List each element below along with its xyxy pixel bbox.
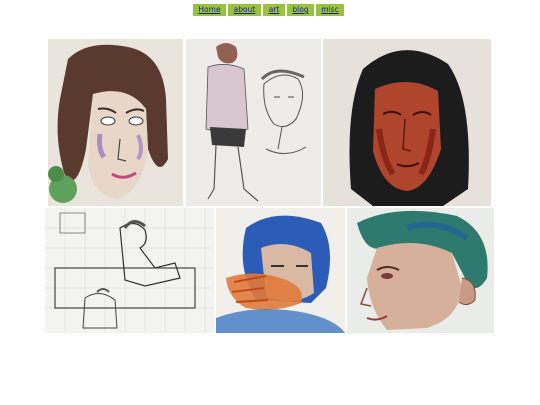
top-nav: Home about art blog misc	[193, 4, 344, 16]
gallery-image-blue-watercolor[interactable]	[216, 208, 345, 333]
gallery-image-portrait-marker[interactable]	[48, 39, 183, 206]
nav-art-link[interactable]: art	[263, 4, 285, 16]
nav-about-link[interactable]: about	[228, 4, 261, 16]
nav-blog-link[interactable]: blog	[287, 4, 314, 16]
gallery-image-painted-portrait[interactable]	[323, 39, 491, 206]
gallery-image-profile-watercolor[interactable]	[347, 208, 494, 333]
gallery-image-couch-sketch[interactable]	[45, 208, 214, 333]
nav-home-link[interactable]: Home	[193, 4, 226, 16]
gallery-image-figure-sketch[interactable]	[186, 39, 321, 206]
nav-misc-link[interactable]: misc	[316, 4, 344, 16]
